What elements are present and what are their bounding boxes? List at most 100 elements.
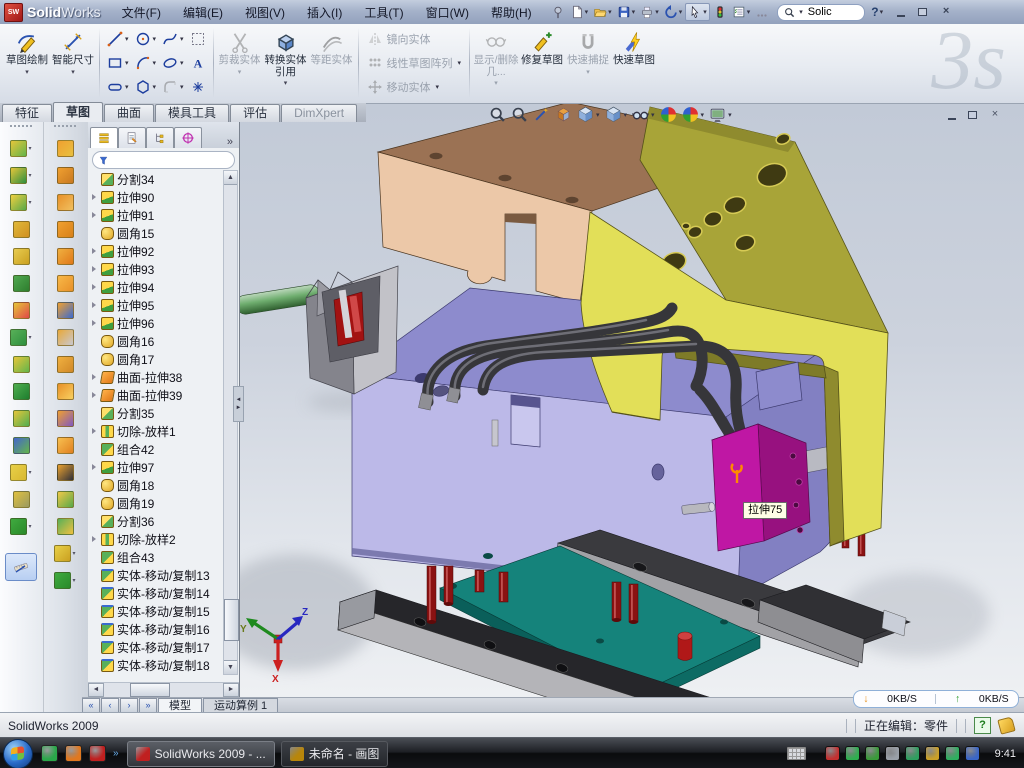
tray-audio-icon[interactable] [885,746,900,761]
boundary-surface-button[interactable] [44,243,86,270]
tray-connection-icon[interactable] [905,746,920,761]
panel-tab-overflow[interactable]: » [223,136,237,148]
rib-button[interactable] [0,351,42,378]
app-restore-button[interactable] [915,6,929,18]
input-method-keyboard-icon[interactable] [787,747,806,760]
dropdown-caret-icon[interactable]: ▾ [494,79,498,87]
extruded-surface-button[interactable] [44,135,86,162]
expand-arrow-icon[interactable] [90,536,98,542]
dropdown-caret-icon[interactable]: ▾ [458,59,462,67]
zoom-area-button[interactable] [510,105,529,124]
dropdown-caret-icon[interactable]: ▾ [25,68,29,76]
go-next-button[interactable]: › [120,698,138,713]
tray-update-icon[interactable] [865,746,880,761]
status-tag-icon[interactable] [997,716,1015,734]
tab-特征[interactable]: 特征 [2,104,52,122]
tree-item[interactable]: 拉伸91 [90,206,225,224]
lofted-boss-button[interactable] [0,243,42,270]
tree-item[interactable]: 组合42 [90,440,225,458]
dropdown-caret-icon[interactable]: ▾ [701,111,705,119]
sketch-tool-textA[interactable] [188,51,208,75]
dropdown-caret-icon[interactable]: ▾ [125,35,129,43]
dropdown-caret-icon[interactable]: ▾ [284,79,288,87]
knit-surface-button[interactable] [44,378,86,405]
flex-surface-button[interactable]: ▾ [44,567,86,594]
tree-item[interactable]: 实体-移动/复制18 [90,656,225,674]
section-view-button[interactable] [554,105,573,124]
dropdown-caret-icon[interactable]: ▾ [28,523,31,530]
sketch-tool-line[interactable]: ▾ [105,27,131,51]
tree-item[interactable]: 拉伸94 [90,278,225,296]
ribbon-button-repair[interactable]: 修复草图 [519,26,565,100]
print-button[interactable]: ▾ [638,4,661,20]
search-box[interactable]: ▾ [777,4,865,21]
expand-arrow-icon[interactable] [90,266,98,272]
app-minimize-button[interactable] [897,6,905,17]
tree-item[interactable]: 圆角18 [90,476,225,494]
quick-launch-suite-icon[interactable] [65,745,82,762]
menu-item-1[interactable]: 编辑(E) [172,4,234,21]
dropdown-caret-icon[interactable]: ▾ [608,8,612,16]
fillet-button[interactable]: ▾ [0,189,42,216]
tray-shield-plus-icon[interactable] [945,746,960,761]
ribbon-button-pencil[interactable]: 草图绘制▾ [4,26,50,100]
ribbon-button-rel[interactable]: 显示/删除几...▾ [473,26,519,100]
tree-item[interactable]: 切除-放样2 [90,530,225,548]
linear-pattern-button[interactable]: ▾ [0,324,42,351]
dropdown-caret-icon[interactable]: ▾ [125,59,129,67]
tree-item[interactable]: 曲面-拉伸39 [90,386,225,404]
dropdown-caret-icon[interactable]: ▾ [703,8,707,16]
sketch-tool-point[interactable] [188,75,208,99]
swept-surface-button[interactable] [44,189,86,216]
lofted-surface-button[interactable] [44,216,86,243]
extend-surface-button[interactable] [44,432,86,459]
tray-antivirus-icon[interactable] [845,746,860,761]
hole-wizard-button[interactable] [0,297,42,324]
go-first-button[interactable]: « [82,698,100,713]
hide-show-items-button[interactable]: ▾ [631,105,656,124]
flex-button[interactable]: ▾ [0,513,42,540]
tab-dimxpert-manager[interactable] [174,127,202,148]
ribbon-button-trim[interactable]: 剪裁实体▾ [217,26,263,100]
taskbar-button[interactable]: 未命名 - 画图 [281,741,389,767]
dropdown-caret-icon[interactable]: ▾ [28,334,31,341]
dropdown-caret-icon[interactable]: ▾ [153,35,157,43]
go-previous-button[interactable]: ‹ [101,698,119,713]
expand-arrow-icon[interactable] [90,464,98,470]
dropdown-caret-icon[interactable]: ▾ [596,111,600,119]
dropdown-caret-icon[interactable]: ▾ [72,577,75,584]
dropdown-caret-icon[interactable]: ▾ [180,35,184,43]
tab-DimXpert[interactable]: DimXpert [281,104,357,122]
sketch-tool-rect[interactable]: ▾ [105,51,131,75]
tab-草图[interactable]: 草图 [53,102,103,122]
expand-arrow-icon[interactable] [90,374,98,380]
dropdown-caret-icon[interactable]: ▾ [679,8,683,16]
expand-arrow-icon[interactable] [90,428,98,434]
tab-曲面[interactable]: 曲面 [104,104,154,122]
dropdown-caret-icon[interactable]: ▾ [180,83,184,91]
dropdown-caret-icon[interactable]: ▾ [586,68,590,76]
ribbon-button-rapid[interactable]: 快速草图 [611,26,657,100]
expand-arrow-icon[interactable] [90,392,98,398]
tree-item[interactable]: 切除-放样1 [90,422,225,440]
tree-item[interactable]: 实体-移动/复制14 [90,584,225,602]
tree-horizontal-scrollbar[interactable]: ◄ ► [88,682,239,697]
taskbar-button[interactable]: SolidWorks 2009 - ... [127,741,275,767]
dropdown-caret-icon[interactable]: ▾ [747,8,751,16]
ribbon-button-move[interactable]: 移动实体▾ [364,76,465,98]
tree-item[interactable]: 圆角16 [90,332,225,350]
sketch-tool-circle[interactable]: ▾ [133,27,159,51]
tree-item[interactable]: 分割36 [90,512,225,530]
sketch-tool-arc[interactable]: ▾ [133,51,159,75]
scroll-thumb-h[interactable] [130,683,170,697]
doc-close-button[interactable]: × [988,109,1002,121]
delete-body-button[interactable]: ▾ [0,459,42,486]
dropdown-caret-icon[interactable]: ▾ [238,68,242,76]
display-style-button[interactable]: ▾ [604,105,629,124]
move-copy-body-button[interactable] [0,432,42,459]
dropdown-caret-icon[interactable]: ▾ [72,550,75,557]
dropdown-caret-icon[interactable]: ▾ [153,59,157,67]
tree-item[interactable]: 拉伸90 [90,188,225,206]
rebuild-button[interactable] [711,4,729,20]
scroll-down-arrow[interactable]: ▼ [224,660,237,674]
